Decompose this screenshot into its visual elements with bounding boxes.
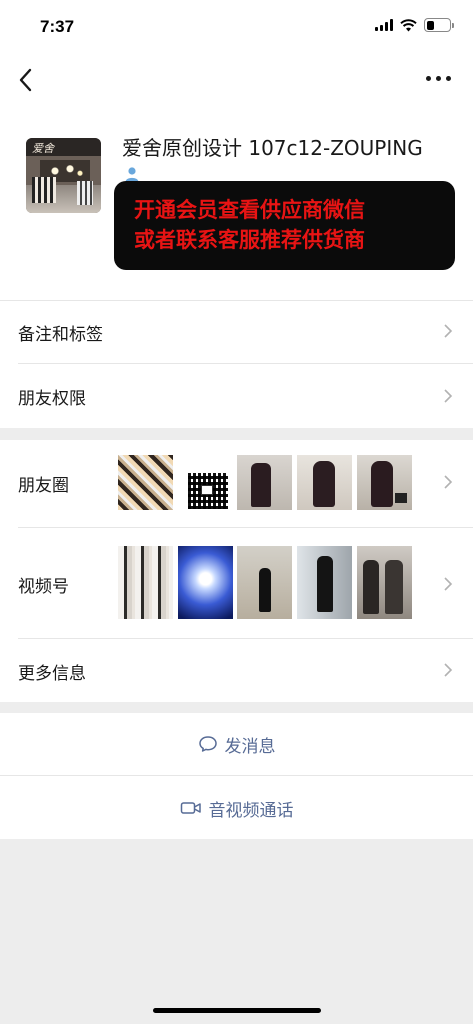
moments-thumbnail[interactable] xyxy=(118,455,173,510)
media-section: 朋友圈 视频号 更多信息 xyxy=(0,440,473,702)
moments-thumbnail[interactable] xyxy=(237,455,292,510)
moments-label[interactable]: 朋友圈 xyxy=(18,471,69,496)
send-message-label: 发消息 xyxy=(224,736,276,757)
chevron-right-icon xyxy=(444,324,453,338)
divider xyxy=(0,775,473,776)
channels-thumbnail[interactable] xyxy=(178,546,233,619)
moments-thumbnail[interactable] xyxy=(297,455,352,510)
person-icon xyxy=(125,167,139,182)
chevron-right-icon xyxy=(444,475,453,489)
video-camera-icon xyxy=(180,802,201,814)
video-call-button[interactable]: 音视频通话 xyxy=(0,777,473,839)
remarks-label[interactable]: 备注和标签 xyxy=(18,320,103,345)
channels-thumbnail[interactable] xyxy=(357,546,412,619)
channels-thumbnail[interactable] xyxy=(118,546,173,619)
contact-name: 爱舍原创设计 107c12-ZOUPING xyxy=(122,136,423,160)
channels-thumbnail[interactable] xyxy=(237,546,292,619)
divider xyxy=(18,527,473,528)
signal-icon xyxy=(375,19,393,31)
divider xyxy=(0,300,473,301)
more-icon[interactable] xyxy=(426,76,451,81)
divider xyxy=(18,363,473,364)
battery-icon xyxy=(424,18,454,32)
promo-banner[interactable]: 开通会员查看供应商微信 或者联系客服推荐供货商 xyxy=(114,181,455,270)
back-icon[interactable] xyxy=(16,66,36,94)
wifi-icon xyxy=(400,18,417,31)
avatar-sign-text: 爱舍 xyxy=(32,142,54,155)
channels-label[interactable]: 视频号 xyxy=(18,572,69,597)
status-time: 7:37 xyxy=(40,17,75,36)
status-icons xyxy=(375,18,454,32)
chevron-right-icon xyxy=(444,663,453,677)
promo-line-1: 开通会员查看供应商微信 xyxy=(134,198,365,222)
chevron-right-icon xyxy=(444,577,453,591)
actions-section: 发消息 音视频通话 xyxy=(0,713,473,839)
home-indicator[interactable] xyxy=(153,1008,321,1013)
more-info-label[interactable]: 更多信息 xyxy=(18,659,86,684)
divider xyxy=(18,638,473,639)
avatar[interactable]: 爱舍 xyxy=(26,138,101,213)
chevron-right-icon xyxy=(444,389,453,403)
moments-thumbnail[interactable] xyxy=(357,455,412,510)
video-call-label: 音视频通话 xyxy=(208,800,294,821)
profile-header: 7:37 爱舍 爱舍原创设计 107c12-ZOUPING 开通会员查看供应商微… xyxy=(0,0,473,428)
moments-thumbnail[interactable] xyxy=(180,455,235,510)
chat-bubble-icon xyxy=(198,736,217,752)
channels-thumbnail[interactable] xyxy=(297,546,352,619)
permissions-label[interactable]: 朋友权限 xyxy=(18,384,86,409)
send-message-button[interactable]: 发消息 xyxy=(0,713,473,775)
promo-line-2: 或者联系客服推荐供货商 xyxy=(134,228,365,252)
